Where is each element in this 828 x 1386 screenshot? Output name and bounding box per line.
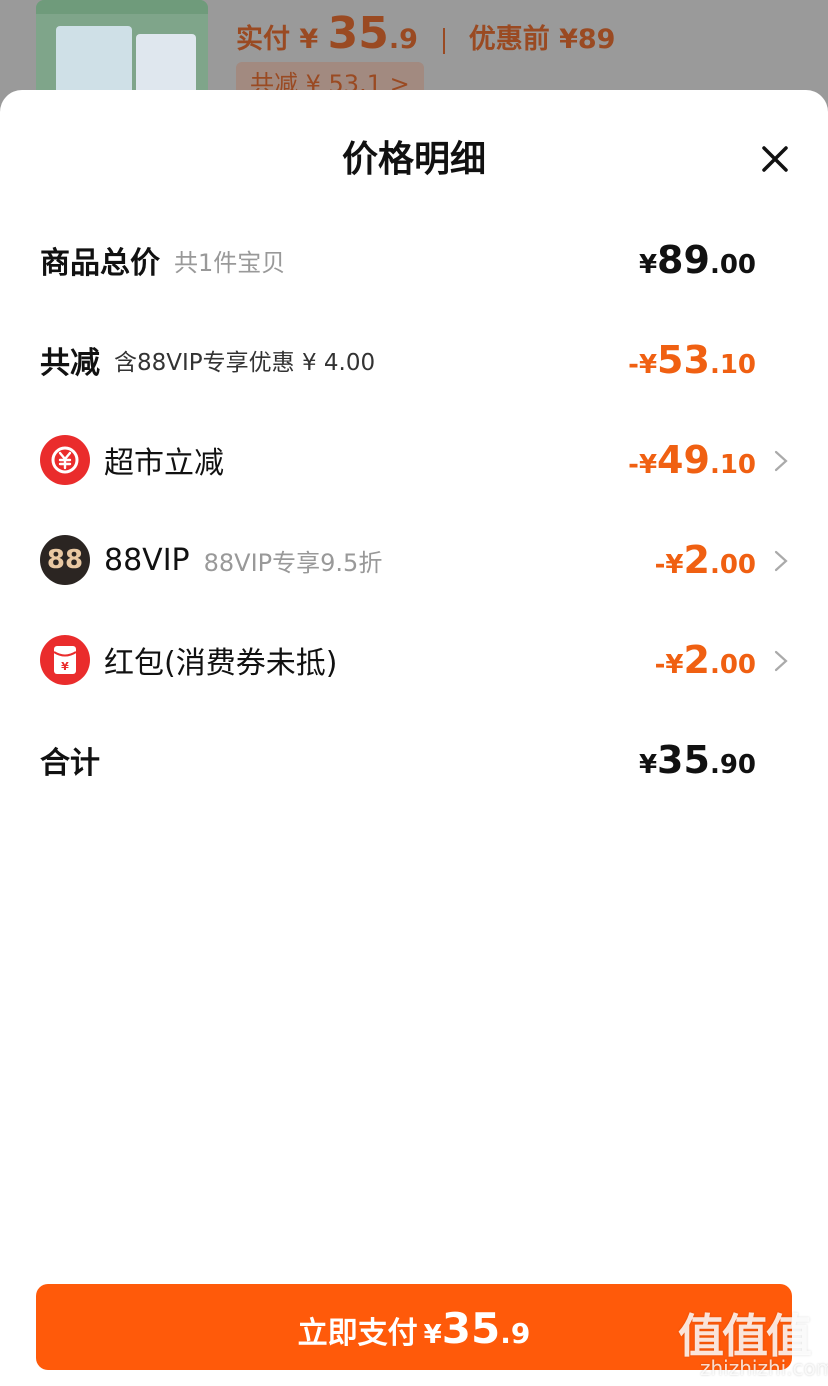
supermarket-discount-amount: -¥ 49.10 — [628, 438, 756, 482]
pay-now-label: 立即支付 — [297, 1316, 418, 1351]
chevron-right-icon — [774, 450, 788, 472]
vip-88-icon: 88 — [40, 535, 90, 585]
row-goods-total: 商品总价 共1件宝贝 ¥89.00 — [0, 230, 828, 290]
sheet-title: 价格明细 — [341, 139, 486, 180]
close-button[interactable] — [752, 136, 798, 182]
vip-discount-amount: -¥ 2.00 — [654, 538, 756, 582]
close-icon — [762, 146, 788, 172]
red-packet-amount: -¥ 2.00 — [654, 638, 756, 682]
total-discount-label: 共减 — [40, 346, 100, 381]
vip-label: 88VIP — [104, 542, 190, 578]
supermarket-discount-label: 超市立减 — [104, 446, 224, 481]
price-detail-sheet: 价格明细 商品总价 共1件宝贝 ¥89.00 共减 含88VIP专享优惠 ¥ 4… — [0, 90, 828, 1386]
grand-total-label: 合计 — [40, 746, 100, 781]
red-packet-label: 红包(消费券未抵) — [104, 646, 338, 681]
chevron-right-icon — [774, 650, 788, 672]
red-packet-icon: ¥ — [40, 635, 90, 685]
row-grand-total: 合计 ¥35.90 — [0, 730, 828, 790]
vip-sub-label: 88VIP专享9.5折 — [203, 548, 383, 577]
svg-text:¥: ¥ — [61, 660, 69, 673]
yuan-coin-icon — [40, 435, 90, 485]
row-88vip-discount[interactable]: 88 88VIP 88VIP专享9.5折 -¥ 2.00 — [0, 530, 828, 590]
background-price-summary: 实付 ¥ 35.9 优惠前 ¥89 — [236, 8, 616, 59]
row-red-packet[interactable]: ¥ 红包(消费券未抵) -¥ 2.00 — [0, 630, 828, 690]
row-supermarket-discount[interactable]: 超市立减 -¥ 49.10 — [0, 430, 828, 490]
product-thumbnail — [36, 0, 208, 100]
goods-count-label: 共1件宝贝 — [174, 248, 286, 277]
watermark-url: zhizhizhi.com — [700, 1356, 828, 1380]
chevron-right-icon — [774, 550, 788, 572]
total-discount-amount: -¥ 53.10 — [628, 338, 756, 382]
grand-total-amount: ¥35.90 — [638, 738, 756, 782]
row-total-discount: 共减 含88VIP专享优惠 ¥ 4.00 -¥ 53.10 — [0, 330, 828, 390]
goods-total-amount: ¥89.00 — [638, 238, 756, 282]
goods-total-label: 商品总价 — [40, 246, 160, 281]
vip-discount-note: 含88VIP专享优惠 ¥ 4.00 — [114, 350, 376, 376]
